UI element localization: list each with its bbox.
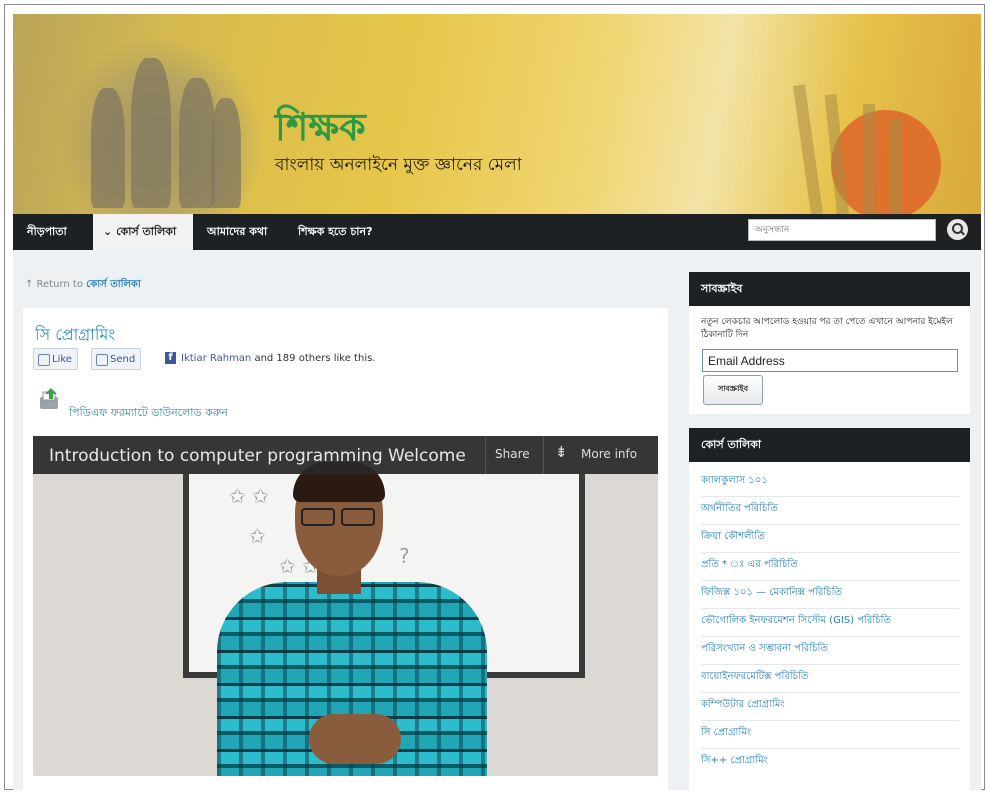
statue-image xyxy=(61,38,261,214)
breadcrumb-prefix: ↑ Return to xyxy=(25,279,83,290)
course-item[interactable]: বায়োইনফরমেটিক্স পরিচিতি xyxy=(701,664,959,693)
subscribe-button[interactable]: সাবস্ক্রাইব xyxy=(703,375,763,405)
watch-later-icon[interactable]: ⇟ xyxy=(555,443,568,461)
video-title[interactable]: Introduction to computer programming Wel… xyxy=(49,446,479,466)
course-list-widget: কোর্স তালিকা ক্যালকুলাস ১০১ অর্থনীতির পর… xyxy=(689,428,970,790)
video-share-button[interactable]: Share xyxy=(495,447,530,461)
pdf-download-icon[interactable] xyxy=(37,388,63,412)
fb-like-button[interactable]: Like xyxy=(33,348,78,370)
subscribe-text: নতুন লেকচার আপলোড হওয়ার পর তা পেতে এখান… xyxy=(701,317,953,340)
course-item[interactable]: সি প্রোগ্রামিং xyxy=(701,720,959,749)
fb-send-button[interactable]: Send xyxy=(91,348,142,370)
email-field[interactable] xyxy=(702,349,958,372)
site-tagline: বাংলায় অনলাইনে মুক্ত জ্ঞানের মেলা xyxy=(275,155,522,175)
nav-item-become-teacher[interactable]: শিক্ষক হতে চান? xyxy=(298,214,372,250)
page: শিক্ষক বাংলায় অনলাইনে মুক্ত জ্ঞানের মেল… xyxy=(13,14,981,790)
nav-item-label: কোর্স তালিকা xyxy=(116,225,177,238)
search-input[interactable] xyxy=(748,219,936,241)
video-title-bar: Introduction to computer programming Wel… xyxy=(33,436,658,474)
course-item[interactable]: ভৌগোলিক ইনফরমেশন সিস্টেম (GIS) পরিচিতি xyxy=(701,608,959,637)
like-label: Like xyxy=(52,354,72,365)
course-item[interactable]: পরিসংখ্যান ও সম্ভাবনা পরিচিতি xyxy=(701,636,959,665)
breadcrumb-link[interactable]: কোর্স তালিকা xyxy=(86,279,141,290)
presenter xyxy=(217,462,487,776)
course-item[interactable]: কম্পিউটার প্রোগ্রামিং xyxy=(701,692,959,721)
course-list-heading: কোর্স তালিকা xyxy=(689,428,970,462)
likes-text: Iktiar Rahman and 189 others like this. xyxy=(181,353,375,364)
pdf-download-link[interactable]: পিডিএফ ফরম্যাটে ডাউনলোড করুন xyxy=(69,404,228,423)
send-label: Send xyxy=(110,354,136,365)
subscribe-heading: সাবস্ক্রাইব xyxy=(689,272,970,306)
facebook-icon: f xyxy=(165,352,176,364)
course-item[interactable]: প্রতি * ঃ এর পরিচিতি xyxy=(701,552,959,581)
course-item[interactable]: ক্যালকুলাস ১০১ xyxy=(701,468,959,497)
video-player[interactable]: ✩ ✩ ✩ ✩ ✩ ? Introduction to computer pro… xyxy=(33,436,658,776)
header-banner: শিক্ষক বাংলায় অনলাইনে মুক্ত জ্ঞানের মেল… xyxy=(13,14,981,214)
course-item[interactable]: অর্থনীতির পরিচিতি xyxy=(701,496,959,525)
breadcrumb: ↑ Return to কোর্স তালিকা xyxy=(25,277,141,294)
course-item[interactable]: ফিজিক্স ১০১ — মেকানিক্স পরিচিতি xyxy=(701,580,959,609)
nav-item-about[interactable]: আমাদের কথা xyxy=(207,214,267,250)
nav-item-courses[interactable]: ⌄ কোর্স তালিকা xyxy=(93,214,193,250)
subscribe-widget: সাবস্ক্রাইব নতুন লেকচার আপলোড হওয়ার পর … xyxy=(689,272,970,414)
chevron-down-icon: ⌄ xyxy=(103,225,113,238)
likes-name[interactable]: Iktiar Rahman xyxy=(181,353,251,364)
shaheed-minar-graphic xyxy=(791,74,961,214)
course-item[interactable]: ক্রিয়া কৌশলীতি xyxy=(701,524,959,553)
nav-item-home[interactable]: নীড়পাতা xyxy=(27,214,67,250)
likes-rest: and 189 others like this. xyxy=(251,353,376,364)
main-content: সি প্রোগ্রামিং Like Send f Iktiar Rahman… xyxy=(23,308,668,790)
course-item[interactable]: সি++ প্রোগ্রামিং xyxy=(701,748,959,776)
video-more-info-button[interactable]: More info xyxy=(581,447,637,461)
search-icon[interactable] xyxy=(947,219,968,240)
post-title[interactable]: সি প্রোগ্রামিং xyxy=(35,322,115,349)
